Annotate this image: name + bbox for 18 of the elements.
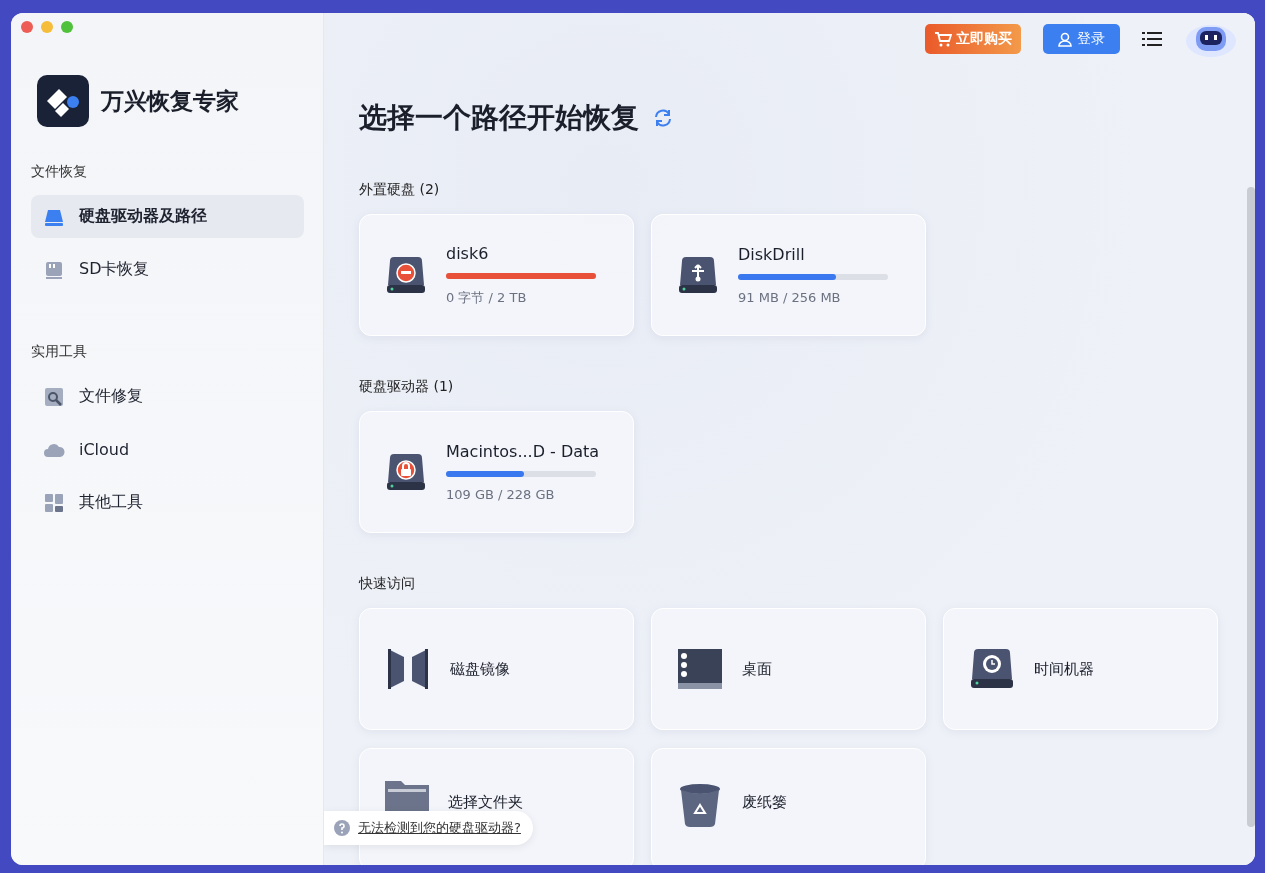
drive-name: DiskDrill <box>738 245 806 264</box>
quick-access-label: 磁盘镜像 <box>450 659 510 679</box>
page-title: 选择一个路径开始恢复 <box>359 100 639 136</box>
drive-name: disk6 <box>446 243 490 263</box>
app-name: 万兴恢复专家 <box>101 86 239 116</box>
usage-text: 109 GB / 228 GB <box>446 487 556 502</box>
quick-access-label: 桌面 <box>742 659 772 679</box>
section-title: 文件恢复 <box>31 163 88 181</box>
group-title: 硬盘驱动器 (1) <box>359 378 455 396</box>
quick-access-label: 选择文件夹 <box>448 793 523 812</box>
quick-access-label: 时间机器 <box>1034 659 1094 679</box>
section-title: 实用工具 <box>31 343 88 361</box>
usage-text: 0 字节 / 2 TB <box>446 288 528 307</box>
drive-name: Macintos...D - Data <box>446 442 600 461</box>
group-title: 快速访问 <box>359 575 416 593</box>
usage-text: 91 MB / 256 MB <box>738 290 842 305</box>
group-title: 外置硬盘 (2) <box>359 181 441 199</box>
quick-access-label: 废纸篓 <box>742 793 787 812</box>
